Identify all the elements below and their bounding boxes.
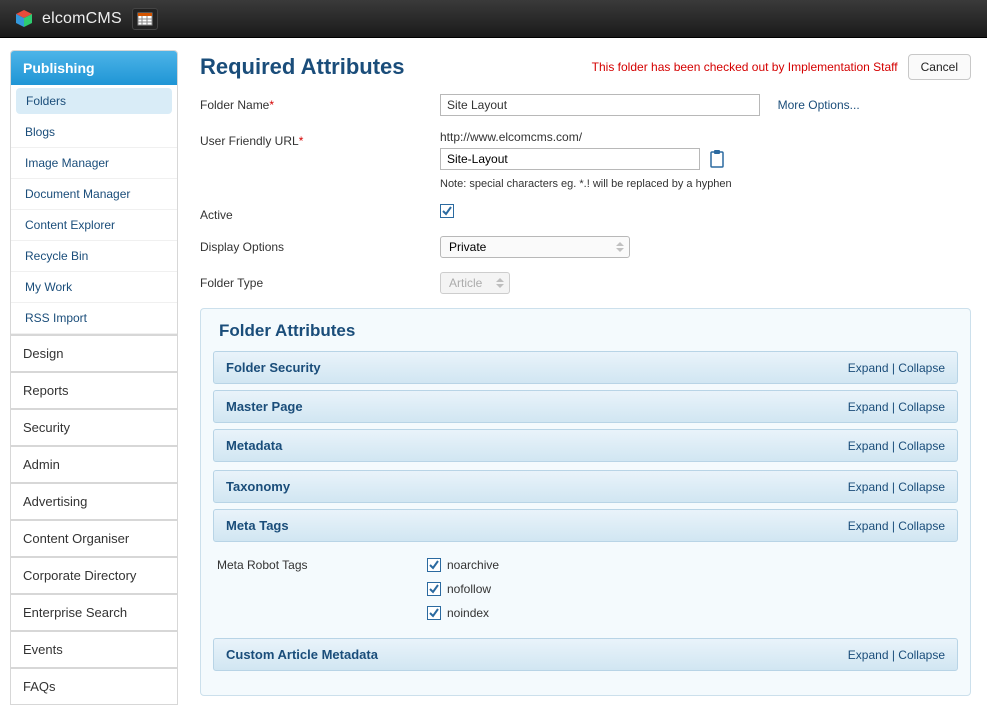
- noarchive-label: noarchive: [447, 558, 499, 572]
- app-grid-button[interactable]: [132, 8, 158, 30]
- sidebar-item-my-work[interactable]: My Work: [11, 272, 177, 303]
- sidebar-section-content-organiser[interactable]: Content Organiser: [10, 520, 178, 557]
- sidebar-section-events[interactable]: Events: [10, 631, 178, 668]
- active-checkbox[interactable]: [440, 204, 454, 218]
- sidebar: Publishing Folders Blogs Image Manager D…: [0, 38, 178, 712]
- nofollow-checkbox[interactable]: [427, 582, 441, 596]
- display-options-select[interactable]: Private: [440, 236, 630, 258]
- sidebar-item-rss-import[interactable]: RSS Import: [11, 303, 177, 334]
- sidebar-item-image-manager[interactable]: Image Manager: [11, 148, 177, 179]
- folder-type-select: Article: [440, 272, 510, 294]
- noarchive-checkbox[interactable]: [427, 558, 441, 572]
- expand-link[interactable]: Expand: [848, 400, 889, 414]
- expand-link[interactable]: Expand: [848, 361, 889, 375]
- folder-name-label: Folder Name*: [200, 94, 440, 112]
- main-content: Required Attributes This folder has been…: [178, 38, 987, 712]
- accordion-custom-article-metadata[interactable]: Custom Article Metadata Expand | Collaps…: [213, 638, 958, 671]
- sidebar-item-content-explorer[interactable]: Content Explorer: [11, 210, 177, 241]
- meta-robot-label: Meta Robot Tags: [217, 558, 427, 620]
- collapse-link[interactable]: Collapse: [898, 400, 945, 414]
- url-input[interactable]: [440, 148, 700, 170]
- collapse-link[interactable]: Collapse: [898, 519, 945, 533]
- display-options-label: Display Options: [200, 236, 440, 254]
- url-label: User Friendly URL*: [200, 130, 440, 148]
- active-label: Active: [200, 204, 440, 222]
- nofollow-label: nofollow: [447, 582, 491, 596]
- accordion-folder-security[interactable]: Folder Security Expand | Collapse: [213, 351, 958, 384]
- url-base-text: http://www.elcomcms.com/: [440, 130, 971, 144]
- sidebar-item-folders[interactable]: Folders: [16, 88, 172, 114]
- expand-link[interactable]: Expand: [848, 648, 889, 662]
- noindex-label: noindex: [447, 606, 489, 620]
- accordion-meta-tags[interactable]: Meta Tags Expand | Collapse: [213, 509, 958, 542]
- topbar: elcomCMS: [0, 0, 987, 38]
- sidebar-item-blogs[interactable]: Blogs: [11, 117, 177, 148]
- sidebar-item-document-manager[interactable]: Document Manager: [11, 179, 177, 210]
- more-options-link[interactable]: More Options...: [778, 98, 860, 112]
- collapse-link[interactable]: Collapse: [898, 361, 945, 375]
- expand-link[interactable]: Expand: [848, 439, 889, 453]
- sidebar-section-faqs[interactable]: FAQs: [10, 668, 178, 705]
- sidebar-section-design[interactable]: Design: [10, 335, 178, 372]
- cancel-button[interactable]: Cancel: [908, 54, 971, 80]
- sidebar-section-security[interactable]: Security: [10, 409, 178, 446]
- brand-label: elcomCMS: [42, 10, 122, 28]
- logo-icon: [14, 9, 34, 29]
- url-note: Note: special characters eg. *.! will be…: [440, 178, 971, 190]
- sidebar-section-enterprise-search[interactable]: Enterprise Search: [10, 594, 178, 631]
- sidebar-section-corporate-directory[interactable]: Corporate Directory: [10, 557, 178, 594]
- folder-type-label: Folder Type: [200, 272, 440, 290]
- expand-link[interactable]: Expand: [848, 519, 889, 533]
- collapse-link[interactable]: Collapse: [898, 439, 945, 453]
- sidebar-section-reports[interactable]: Reports: [10, 372, 178, 409]
- noindex-checkbox[interactable]: [427, 606, 441, 620]
- folder-attributes-title: Folder Attributes: [213, 321, 958, 341]
- folder-name-input[interactable]: [440, 94, 760, 116]
- folder-attributes-panel: Folder Attributes Folder Security Expand…: [200, 308, 971, 696]
- sidebar-section-admin[interactable]: Admin: [10, 446, 178, 483]
- sidebar-section-publishing[interactable]: Publishing: [11, 51, 177, 85]
- checkout-message: This folder has been checked out by Impl…: [592, 60, 898, 74]
- accordion-master-page[interactable]: Master Page Expand | Collapse: [213, 390, 958, 423]
- sidebar-section-advertising[interactable]: Advertising: [10, 483, 178, 520]
- sidebar-item-recycle-bin[interactable]: Recycle Bin: [11, 241, 177, 272]
- accordion-metadata[interactable]: Metadata Expand | Collapse: [213, 429, 958, 462]
- expand-link[interactable]: Expand: [848, 480, 889, 494]
- accordion-taxonomy[interactable]: Taxonomy Expand | Collapse: [213, 470, 958, 503]
- page-title: Required Attributes: [200, 54, 405, 80]
- collapse-link[interactable]: Collapse: [898, 648, 945, 662]
- collapse-link[interactable]: Collapse: [898, 480, 945, 494]
- clipboard-icon[interactable]: [708, 149, 726, 169]
